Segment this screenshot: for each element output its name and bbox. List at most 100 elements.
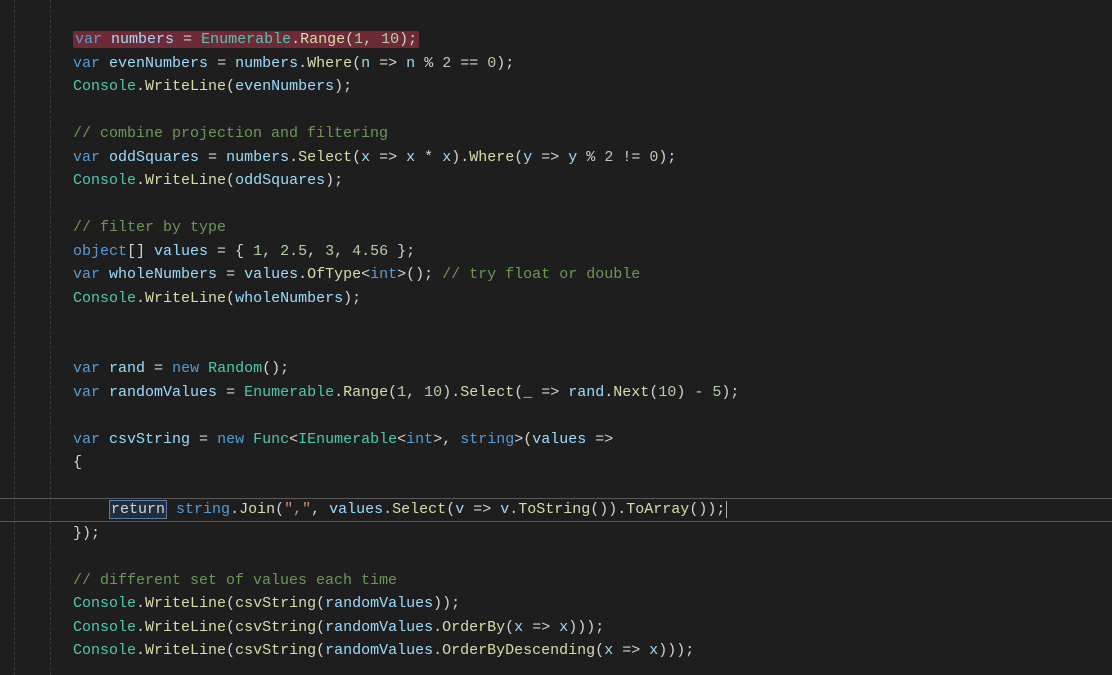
code-token: [73, 501, 109, 518]
code-token: =: [199, 149, 226, 166]
code-token: [199, 360, 208, 377]
code-token: (: [316, 642, 325, 659]
code-line[interactable]: Console.WriteLine(csvString(randomValues…: [73, 616, 739, 640]
code-token: (: [226, 290, 235, 307]
code-token: };: [388, 243, 415, 260]
code-token: =: [174, 31, 201, 48]
code-token: ) -: [676, 384, 712, 401]
code-token: var: [73, 360, 100, 377]
code-line[interactable]: Console.WriteLine(csvString(randomValues…: [73, 639, 739, 663]
code-token: .: [136, 642, 145, 659]
code-line[interactable]: // filter by type: [73, 216, 739, 240]
code-token: (: [345, 31, 354, 48]
code-line[interactable]: Console.WriteLine(wholeNumbers);: [73, 287, 739, 311]
code-token: var: [73, 431, 100, 448]
code-token: []: [127, 243, 154, 260]
code-token: ==: [451, 55, 487, 72]
code-token: (: [316, 595, 325, 612]
code-token: .: [604, 384, 613, 401]
code-token: x: [442, 149, 451, 166]
code-token: (: [226, 172, 235, 189]
code-line[interactable]: var evenNumbers = numbers.Where(n => n %…: [73, 52, 739, 76]
code-line[interactable]: });: [73, 522, 739, 546]
code-token: var: [75, 31, 102, 48]
code-token: values: [154, 243, 208, 260]
code-line[interactable]: Console.WriteLine(csvString(randomValues…: [73, 592, 739, 616]
code-token: x: [559, 619, 568, 636]
code-line[interactable]: var wholeNumbers = values.OfType<int>();…: [73, 263, 739, 287]
code-token: var: [73, 266, 100, 283]
code-token: ToString: [518, 501, 590, 518]
code-line[interactable]: Console.WriteLine(evenNumbers);: [73, 75, 739, 99]
code-line[interactable]: {: [73, 451, 739, 475]
code-token: ,: [262, 243, 280, 260]
code-token: Console: [73, 172, 136, 189]
code-line[interactable]: [73, 310, 739, 334]
code-token: ).: [442, 384, 460, 401]
code-token: rand: [568, 384, 604, 401]
code-token: y: [568, 149, 577, 166]
code-token: randomValues: [325, 642, 433, 659]
code-line[interactable]: var csvString = new Func<IEnumerable<int…: [73, 428, 739, 452]
code-token: 2: [604, 149, 613, 166]
code-line[interactable]: [73, 545, 739, 569]
code-token: =>: [370, 55, 406, 72]
code-token: ,: [406, 384, 424, 401]
code-line[interactable]: [73, 334, 739, 358]
code-token: [167, 501, 176, 518]
code-token: 10: [381, 31, 399, 48]
code-token: wholeNumbers: [109, 266, 217, 283]
code-line[interactable]: var randomValues = Enumerable.Range(1, 1…: [73, 381, 739, 405]
code-line[interactable]: [73, 99, 739, 123]
code-line[interactable]: [73, 475, 739, 499]
code-token: ).: [451, 149, 469, 166]
code-token: string: [176, 501, 230, 518]
code-token: var numbers = Enumerable.Range(1, 10);: [73, 31, 419, 48]
code-line[interactable]: var numbers = Enumerable.Range(1, 10);: [73, 28, 739, 52]
code-token: .: [298, 55, 307, 72]
code-line[interactable]: var oddSquares = numbers.Select(x => x *…: [73, 146, 739, 170]
code-token: );: [343, 290, 361, 307]
code-token: OrderByDescending: [442, 642, 595, 659]
code-token: n: [361, 55, 370, 72]
code-token: *: [415, 149, 442, 166]
code-line[interactable]: // combine projection and filtering: [73, 122, 739, 146]
code-token: =>: [586, 431, 613, 448]
code-line[interactable]: return string.Join(",", values.Select(v …: [73, 498, 739, 522]
code-token: numbers: [111, 31, 174, 48]
code-token: // combine projection and filtering: [73, 125, 388, 142]
code-token: {: [73, 454, 82, 471]
code-token: (: [505, 619, 514, 636]
code-line[interactable]: var rand = new Random();: [73, 357, 739, 381]
code-line[interactable]: object[] values = { 1, 2.5, 3, 4.56 };: [73, 240, 739, 264]
text-cursor: [726, 501, 727, 518]
code-line[interactable]: // different set of values each time: [73, 569, 739, 593]
code-token: Where: [469, 149, 514, 166]
code-token: 1: [253, 243, 262, 260]
code-token: Console: [73, 642, 136, 659]
code-token: x: [604, 642, 613, 659]
code-token: (: [446, 501, 455, 518]
code-token: ,: [307, 243, 325, 260]
code-token: [100, 431, 109, 448]
code-line[interactable]: Console.WriteLine(oddSquares);: [73, 169, 739, 193]
code-token: csvString: [235, 619, 316, 636]
code-token: randomValues: [325, 619, 433, 636]
code-token: [102, 31, 111, 48]
code-token: Console: [73, 290, 136, 307]
code-token: WriteLine: [145, 78, 226, 95]
code-token: numbers: [235, 55, 298, 72]
code-token: ();: [262, 360, 289, 377]
code-token: (: [352, 55, 361, 72]
code-token: values: [532, 431, 586, 448]
code-token: 0: [487, 55, 496, 72]
code-token: 4.56: [352, 243, 388, 260]
code-line[interactable]: [73, 193, 739, 217]
code-token: [244, 431, 253, 448]
code-editor[interactable]: var numbers = Enumerable.Range(1, 10);va…: [0, 0, 1112, 675]
code-line[interactable]: [73, 404, 739, 428]
code-area[interactable]: var numbers = Enumerable.Range(1, 10);va…: [73, 28, 739, 663]
code-token: ",": [284, 501, 311, 518]
code-token: WriteLine: [145, 172, 226, 189]
code-token: oddSquares: [235, 172, 325, 189]
